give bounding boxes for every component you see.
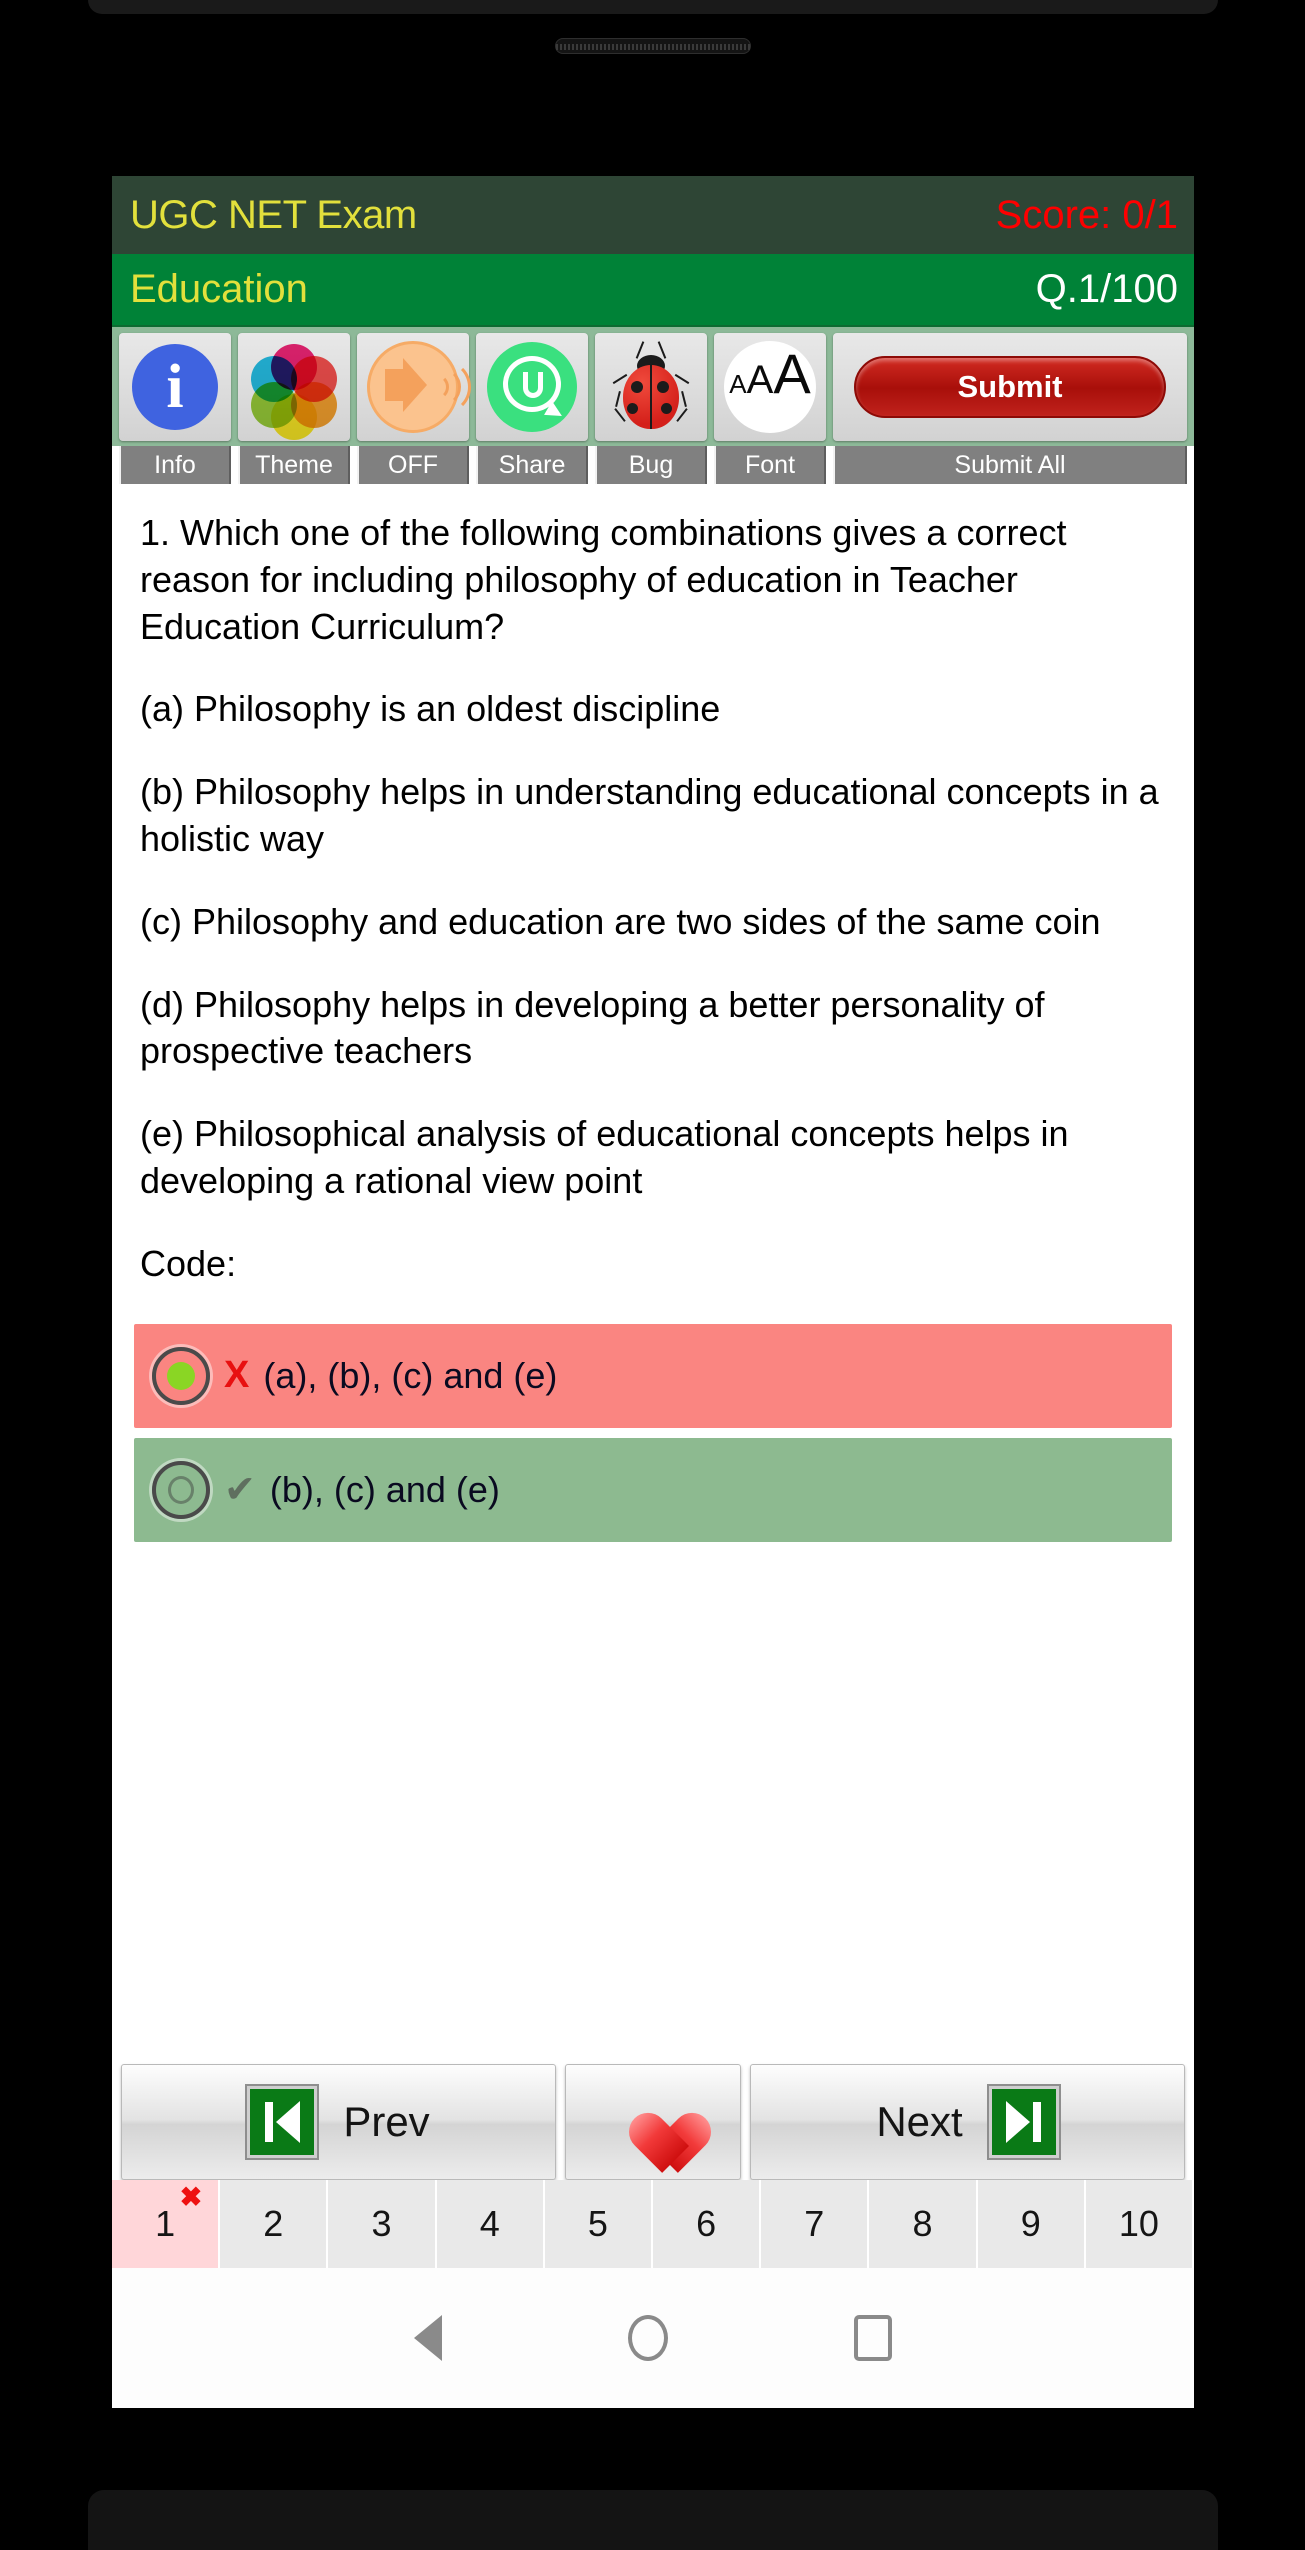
toolbar-button-sound[interactable] — [357, 333, 471, 441]
toolbar-label-share[interactable]: Share — [476, 446, 588, 484]
question-statement-e: (e) Philosophical analysis of educationa… — [140, 1113, 1069, 1201]
radio-button-selected[interactable] — [152, 1346, 210, 1405]
question-number-label: 8 — [912, 2203, 933, 2244]
info-icon: i — [132, 344, 218, 430]
question-number-8[interactable]: 8 — [869, 2180, 978, 2268]
question-number-label: 7 — [804, 2203, 825, 2244]
question-counter: Q.1/100 — [1035, 267, 1178, 311]
recents-icon[interactable] — [854, 2315, 892, 2361]
phone-bezel-bottom — [88, 2490, 1218, 2550]
font-size-icon: AAA — [724, 341, 816, 433]
toolbar-label-info[interactable]: Info — [119, 446, 231, 484]
score-display: Score: 0/1 — [995, 192, 1178, 237]
toolbar-button-submit-all[interactable]: Submit — [833, 333, 1187, 441]
answer-option-correct[interactable]: ✔ (b), (c) and (e) — [134, 1437, 1172, 1542]
skip-next-icon — [988, 2086, 1059, 2158]
toolbar-label-submit-all[interactable]: Submit All — [833, 446, 1187, 484]
question-number-label: 9 — [1020, 2203, 1041, 2244]
next-button[interactable]: Next — [750, 2064, 1185, 2180]
correct-mark-icon: ✔ — [224, 1469, 256, 1512]
wrong-mark-icon: X — [224, 1354, 250, 1397]
app-title: UGC NET Exam — [130, 192, 417, 237]
android-navigation-bar — [112, 2268, 1194, 2408]
favourite-button[interactable] — [565, 2064, 741, 2180]
question-number-label: 1 — [155, 2203, 176, 2244]
question-statement-a: (a) Philosophy is an oldest discipline — [140, 688, 721, 730]
toolbar-button-info[interactable]: i — [119, 333, 231, 441]
prev-button[interactable]: Prev — [121, 2064, 556, 2180]
whatsapp-share-icon — [487, 342, 577, 432]
answer-option-text: (a), (b), (c) and (e) — [263, 1354, 558, 1396]
question-statement-c: (c) Philosophy and education are two sid… — [140, 900, 1101, 942]
radio-button-unselected[interactable] — [152, 1460, 210, 1519]
exam-app-viewport: UGC NET Exam Score: 0/1 Education Q.1/10… — [112, 176, 1194, 2408]
question-navigation-bar: Prev Next — [112, 2064, 1194, 2180]
toolbar-label-sound[interactable]: OFF — [357, 446, 469, 484]
theme-color-wheel-icon — [251, 344, 337, 440]
question-number-9[interactable]: 9 — [977, 2180, 1086, 2268]
question-body: 1. Which one of the following combinatio… — [112, 484, 1194, 1288]
question-number-label: 3 — [371, 2203, 392, 2244]
toolbar-label-font[interactable]: Font — [714, 446, 826, 484]
subject-name: Education — [130, 267, 308, 311]
question-statement-b: (b) Philosophy helps in understanding ed… — [140, 771, 1159, 859]
answer-option-text: (b), (c) and (e) — [269, 1468, 500, 1510]
question-number-label: 4 — [479, 2203, 500, 2244]
question-number-4[interactable]: 4 — [436, 2180, 545, 2268]
question-number-3[interactable]: 3 — [328, 2180, 437, 2268]
ladybug-icon — [609, 341, 693, 433]
subject-bar: Education Q.1/100 — [112, 254, 1194, 327]
phone-bezel-top — [88, 0, 1218, 14]
question-stem: 1. Which one of the following combinatio… — [140, 512, 1067, 647]
phone-earpiece — [555, 38, 751, 54]
answer-option-selected-wrong[interactable]: X (a), (b), (c) and (e) — [134, 1323, 1172, 1428]
toolbar-label-theme[interactable]: Theme — [238, 446, 350, 484]
question-number-5[interactable]: 5 — [544, 2180, 654, 2268]
submit-button-icon: Submit — [854, 356, 1166, 418]
toolbar-button-share[interactable] — [476, 333, 588, 441]
answer-options: X (a), (b), (c) and (e) ✔ (b), (c) and (… — [112, 1294, 1194, 1542]
question-number-7[interactable]: 7 — [761, 2180, 870, 2268]
question-wrong-mark-icon: ✖ — [179, 2182, 203, 2212]
skip-previous-icon — [247, 2086, 318, 2158]
question-number-1[interactable]: ✖ 1 — [112, 2180, 221, 2268]
back-icon[interactable] — [414, 2315, 442, 2361]
speaker-icon — [367, 341, 471, 433]
question-number-10[interactable]: 10 — [1085, 2180, 1194, 2268]
toolbar-labels: Info Theme OFF Share Bug Font Submit All — [112, 446, 1194, 484]
toolbar-button-theme[interactable] — [238, 333, 350, 441]
question-number-6[interactable]: 6 — [653, 2180, 762, 2268]
toolbar-button-bug[interactable] — [595, 333, 707, 441]
phone-screenshot: UGC NET Exam Score: 0/1 Education Q.1/10… — [0, 0, 1305, 2550]
prev-button-label: Prev — [343, 2098, 430, 2145]
toolbar-button-font[interactable]: AAA — [714, 333, 826, 441]
next-button-label: Next — [876, 2098, 963, 2145]
heart-icon — [617, 2088, 689, 2156]
question-number-2[interactable]: 2 — [220, 2180, 329, 2268]
question-number-strip: ✖ 1 2 3 4 5 6 7 8 9 10 — [112, 2180, 1194, 2268]
question-statement-d: (d) Philosophy helps in developing a bet… — [140, 983, 1045, 1072]
question-number-label: 5 — [587, 2203, 608, 2244]
toolbar: i A A A Submit — [112, 327, 1194, 446]
code-label: Code: — [140, 1242, 237, 1284]
toolbar-label-bug[interactable]: Bug — [595, 446, 707, 484]
app-title-bar: UGC NET Exam Score: 0/1 — [112, 176, 1194, 254]
question-number-label: 2 — [263, 2203, 284, 2244]
earpiece-mesh — [556, 44, 750, 50]
question-number-label: 6 — [696, 2203, 717, 2244]
home-icon[interactable] — [628, 2315, 668, 2361]
question-number-label: 10 — [1118, 2203, 1159, 2244]
